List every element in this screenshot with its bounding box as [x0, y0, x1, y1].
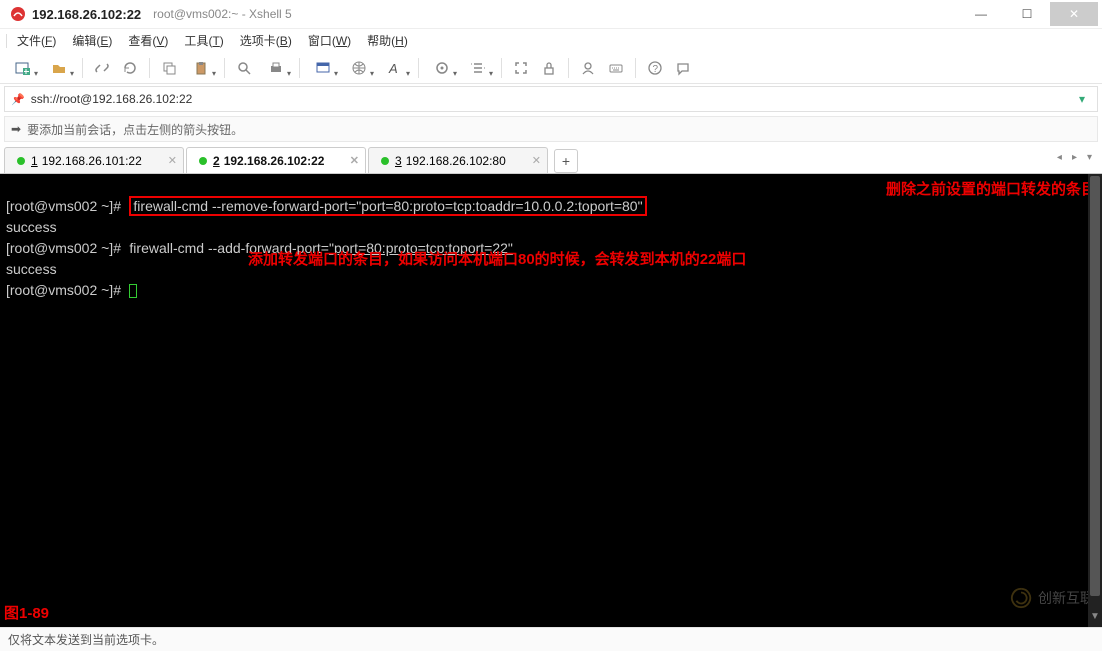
- menu-window[interactable]: 窗口(W): [300, 30, 359, 51]
- svg-text:?: ?: [653, 64, 659, 75]
- maximize-button[interactable]: ☐: [1004, 2, 1050, 26]
- status-dot-icon: [199, 157, 207, 165]
- status-text: 仅将文本发送到当前选项卡。: [8, 631, 164, 648]
- session-tab-label: 192.168.26.102:22: [224, 154, 325, 168]
- session-tab-1[interactable]: 1 192.168.26.101:22 ✕: [4, 147, 184, 173]
- infobar-text: 要添加当前会话，点击左侧的箭头按钮。: [27, 121, 243, 138]
- globe-icon[interactable]: [342, 56, 376, 80]
- tab-scroll-left[interactable]: ◂: [1053, 150, 1066, 165]
- arrows-icon[interactable]: [461, 56, 495, 80]
- menu-tabs[interactable]: 选项卡(B): [232, 30, 300, 51]
- toolbar: A ?: [0, 52, 1102, 84]
- new-session-icon[interactable]: [6, 56, 40, 80]
- scroll-thumb[interactable]: [1090, 176, 1100, 596]
- minimize-button[interactable]: —: [958, 2, 1004, 26]
- menu-file[interactable]: 文件(F): [9, 30, 64, 51]
- app-icon: [10, 6, 26, 22]
- titlebar: 192.168.26.102:22 root@vms002:~ - Xshell…: [0, 0, 1102, 28]
- menubar: 文件(F) 编辑(E) 查看(V) 工具(T) 选项卡(B) 窗口(W) 帮助(…: [0, 28, 1102, 52]
- terminal-prompt: [root@vms002 ~]#: [6, 240, 121, 256]
- search-icon[interactable]: [231, 56, 257, 80]
- tab-list-button[interactable]: ▾: [1083, 150, 1096, 165]
- open-icon[interactable]: [42, 56, 76, 80]
- paste-icon[interactable]: [184, 56, 218, 80]
- terminal-cursor: [129, 284, 137, 298]
- menu-help[interactable]: 帮助(H): [359, 30, 416, 51]
- annotation-delete-note: 删除之前设置的端口转发的条目: [886, 180, 1096, 200]
- figure-label: 图1-89: [4, 604, 49, 623]
- copy-icon[interactable]: [156, 56, 182, 80]
- status-bar: 仅将文本发送到当前选项卡。: [0, 627, 1102, 651]
- tab-close-icon[interactable]: ✕: [168, 154, 177, 167]
- chat-icon[interactable]: [670, 56, 696, 80]
- terminal-output: success: [6, 261, 57, 277]
- window-title-main: 192.168.26.102:22: [32, 7, 141, 22]
- ext-icon[interactable]: [425, 56, 459, 80]
- menu-edit[interactable]: 编辑(E): [64, 30, 120, 51]
- keyboard-icon[interactable]: [603, 56, 629, 80]
- protocol-pin-icon: 📌: [11, 93, 25, 106]
- reload-icon[interactable]: [117, 56, 143, 80]
- window-title-sub: root@vms002:~ - Xshell 5: [153, 7, 292, 21]
- status-dot-icon: [381, 157, 389, 165]
- link-icon[interactable]: [89, 56, 115, 80]
- menu-tools[interactable]: 工具(T): [176, 30, 231, 51]
- screen-icon[interactable]: [306, 56, 340, 80]
- font-icon[interactable]: A: [378, 56, 412, 80]
- infobar-arrow-icon[interactable]: ➡: [11, 122, 21, 136]
- terminal-prompt: [root@vms002 ~]#: [6, 282, 121, 298]
- session-tab-3[interactable]: 3 192.168.26.102:80 ✕: [368, 147, 548, 173]
- address-url: ssh://root@192.168.26.102:22: [31, 92, 1073, 106]
- session-tab-2[interactable]: 2 192.168.26.102:22 ✕: [186, 147, 366, 173]
- address-go-button[interactable]: ▾: [1073, 92, 1091, 106]
- help-icon[interactable]: ?: [642, 56, 668, 80]
- terminal[interactable]: [root@vms002 ~]# firewall-cmd --remove-f…: [0, 174, 1102, 627]
- annotation-add-note: 添加转发端口的条目，如果访问本机端口80的时候，会转发到本机的22端口: [248, 250, 746, 269]
- user-icon[interactable]: [575, 56, 601, 80]
- info-bar: ➡ 要添加当前会话，点击左侧的箭头按钮。: [4, 116, 1098, 142]
- watermark: 创新互联: [1010, 587, 1094, 609]
- add-tab-button[interactable]: +: [554, 149, 578, 173]
- svg-text:A: A: [388, 61, 398, 76]
- terminal-command-1-highlight: firewall-cmd --remove-forward-port="port…: [129, 196, 646, 216]
- lock-icon[interactable]: [536, 56, 562, 80]
- scroll-down-icon[interactable]: ▼: [1088, 607, 1102, 626]
- terminal-prompt: [root@vms002 ~]#: [6, 198, 121, 214]
- menu-view[interactable]: 查看(V): [120, 30, 176, 51]
- tab-scroll-controls: ◂ ▸ ▾: [1053, 150, 1096, 165]
- session-tab-label: 192.168.26.101:22: [42, 154, 142, 168]
- close-button[interactable]: ✕: [1050, 2, 1098, 26]
- session-tab-label: 192.168.26.102:80: [406, 154, 506, 168]
- address-bar[interactable]: 📌 ssh://root@192.168.26.102:22 ▾: [4, 86, 1098, 112]
- tab-scroll-right[interactable]: ▸: [1068, 150, 1081, 165]
- tab-close-icon[interactable]: ✕: [350, 154, 359, 167]
- print-icon[interactable]: [259, 56, 293, 80]
- fullscreen-icon[interactable]: [508, 56, 534, 80]
- session-tabbar: 1 192.168.26.101:22 ✕ 2 192.168.26.102:2…: [0, 146, 1102, 174]
- terminal-scrollbar[interactable]: ▲ ▼: [1088, 174, 1102, 627]
- status-dot-icon: [17, 157, 25, 165]
- terminal-output: success: [6, 219, 57, 235]
- tab-close-icon[interactable]: ✕: [532, 154, 541, 167]
